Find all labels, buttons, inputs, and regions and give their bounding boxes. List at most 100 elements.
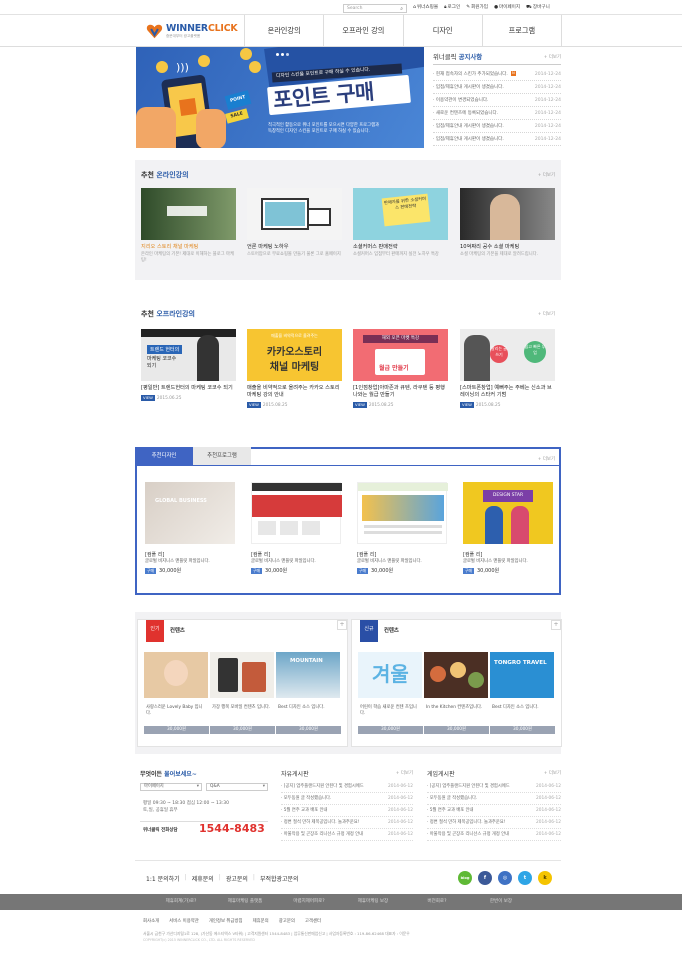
footer-nav-item[interactable]: 마렵지제머피로? xyxy=(277,894,341,910)
search-placeholder: Search xyxy=(347,6,363,11)
popular-more-button[interactable]: + xyxy=(337,620,347,630)
board-row[interactable]: · 5월 연주 교과 배포 안내 2014-06-12 xyxy=(281,805,413,817)
lecture-card[interactable]: 판매자를 위한 소셜커머스 판매전략 소셜커머스 판매전략 소셜커머스 입점부터… xyxy=(353,188,448,258)
search-icon[interactable]: ⌕ xyxy=(400,6,403,12)
design-category: [컴플 리] xyxy=(357,552,377,558)
online-more-link[interactable]: + 더보기 xyxy=(538,172,555,178)
terms-link[interactable]: 서비스 이용약관 xyxy=(169,918,199,924)
ad-link[interactable]: 광고문의 xyxy=(279,918,295,924)
cs-category-select[interactable]: 마이페이지 xyxy=(140,783,202,791)
cs-type-select[interactable]: Q&A xyxy=(206,783,268,791)
buy-button[interactable]: 구매 xyxy=(463,568,474,574)
game-board-more-link[interactable]: + 더보기 xyxy=(544,770,561,776)
design-more-link[interactable]: + 더보기 xyxy=(538,456,555,462)
inquiry-link[interactable]: 1:1 문의하기 xyxy=(146,874,180,883)
join-link[interactable]: ✎회원가입 xyxy=(466,4,488,12)
notice-item[interactable]: · 입점/제휴안내 게시판이 생겼습니다. 2014-12-24 xyxy=(433,134,561,146)
board-row[interactable]: · 모두동원 글 작성했습니다. 2014-06-12 xyxy=(281,793,413,805)
partnership-link[interactable]: 제휴문의 xyxy=(192,874,214,883)
notice-item[interactable]: · 현재 접속자의 스킨가 추가되었습니다. N 2014-12-24 xyxy=(433,69,561,81)
board-row[interactable]: · 5월 연주 교과 배포 안내 2014-06-12 xyxy=(427,805,561,817)
board-row[interactable]: · [공지] 업주플랜드지원 안된다 및 경험시에드 2014-06-12 xyxy=(281,781,413,793)
brand-name: WINNERCLICK xyxy=(166,23,238,34)
offline-more-link[interactable]: + 더보기 xyxy=(538,311,555,317)
blog-icon[interactable]: blog xyxy=(458,871,472,885)
lecture-card[interactable]: 언론 마케팅 노하우 스토어팜으로 무료쇼핑몰 만들기 물론 그로 홈페이지 xyxy=(247,188,342,258)
main-banner[interactable]: 디자인 스킨을 포인트로 구매 하실 수 있습니다. 포인트 구매 적극적인 활… xyxy=(136,47,424,148)
notice-item[interactable]: · 새로운 컨텐츠에 등록되었습니다. 2014-12-24 xyxy=(433,108,561,120)
pager-dot[interactable] xyxy=(286,53,289,56)
footer-nav-item[interactable]: 제휴마케팅 보장 xyxy=(341,894,405,910)
nav-online-lecture[interactable]: 온라인강의 xyxy=(244,15,323,47)
board-row[interactable]: · 모두동원 글 작성했습니다. 2014-06-12 xyxy=(427,793,561,805)
cart-link[interactable]: ⛟장바구니 xyxy=(526,4,550,12)
footer-nav-item[interactable]: 한번이 보장 xyxy=(469,894,533,910)
support-link[interactable]: 고객센터 xyxy=(305,918,321,924)
content-thumbnail[interactable]: 겨울 xyxy=(358,652,422,698)
twitter-icon[interactable]: t xyxy=(518,871,532,885)
lecture-title: [평일반] 트렌드헌터의 마케팅 코코수 되기 xyxy=(141,385,233,391)
footer-nav-item[interactable]: 버전회로? xyxy=(405,894,469,910)
login-link[interactable]: 🔒︎로그인 xyxy=(444,4,460,12)
pager-dot[interactable] xyxy=(276,53,279,56)
buy-button[interactable]: 구매 xyxy=(251,568,262,574)
content-thumbnail[interactable]: TONGRO TRAVEL xyxy=(490,652,554,698)
lecture-title: 매출을 비약적으로 올려주는 카카오 스토리 마케팅 강의 안내 xyxy=(247,385,340,398)
partner-link[interactable]: 제휴문의 xyxy=(253,918,269,924)
logo[interactable]: WINNERCLICK 중문대부터 광고플랫폼 xyxy=(146,22,242,42)
buy-button[interactable]: 구매 xyxy=(357,568,368,574)
nav-program[interactable]: 프로그램 xyxy=(481,15,562,47)
notice-title: 위너클릭 공지사항 xyxy=(433,53,483,61)
nav-design[interactable]: 디자인 xyxy=(402,15,482,47)
design-card[interactable]: [컴플 리] 글로벌 비지니스 맨플릿 파일입니다. 구매 30,000원 xyxy=(357,482,451,574)
ad-inquiry-link[interactable]: 광고문의 xyxy=(226,874,248,883)
privacy-link[interactable]: 개인정보 취급방침 xyxy=(209,918,243,924)
lecture-card[interactable]: 팔리는 글쓰기 쉽고 빠른 부업 [스마트폰창업] 예뻐주는 주베는 신소과 브… xyxy=(460,329,555,409)
content-thumbnail[interactable]: MOUNTAIN xyxy=(276,652,340,698)
buy-button[interactable]: 구매 xyxy=(145,568,156,574)
facebook-icon[interactable]: f xyxy=(478,871,492,885)
board-row[interactable]: · [공지] 업주플랜드지원 안된다 및 경험시에드 2014-06-12 xyxy=(427,781,561,793)
mypage-link[interactable]: ●마이페이지 xyxy=(494,4,520,12)
lecture-card[interactable]: 10억짜리 공수 소셜 마케팅 소셜 마케팅의 기본을 제대로 알려드립니다. xyxy=(460,188,555,258)
instagram-icon[interactable]: ◎ xyxy=(498,871,512,885)
lecture-card[interactable]: 매출을 비약적으로 올려주는 카카오스토리 채널 마케팅 매출을 비약적으로 올… xyxy=(247,329,342,409)
hand-illustration xyxy=(136,107,176,148)
tab-design[interactable]: 추천디자인 xyxy=(135,447,193,465)
search-input[interactable]: Search ⌕ xyxy=(343,4,407,13)
design-price: 구매 30,000원 xyxy=(463,568,500,574)
lecture-card[interactable]: 지리오 스토리 채널 마케팅 온라인 마케팅의 기본! 제대로 이해하는 블로그… xyxy=(141,188,236,264)
design-card[interactable]: DESIGN STAR [컴플 리] 글로벌 비지니스 맨플릿 파일입니다. 구… xyxy=(463,482,557,574)
notice-more-link[interactable]: + 더보기 xyxy=(544,54,561,60)
free-board-more-link[interactable]: + 더보기 xyxy=(396,770,413,776)
board-row[interactable]: · 정변 절석 만하 제목공입니다. 놀과주운요! 2014-06-12 xyxy=(427,817,561,829)
free-board: 자유게시판 + 더보기 · [공지] 업주플랜드지원 안된다 및 경험시에드 20… xyxy=(281,767,413,847)
footer-nav-item[interactable]: 제휴회계(가)로? xyxy=(149,894,213,910)
design-card[interactable]: [컴플 리] 글로벌 비지니스 맨플릿 파일입니다. 구매 30,000원 xyxy=(251,482,345,574)
banner-pager[interactable] xyxy=(276,53,289,56)
lecture-title: 언론 마케팅 노하우 xyxy=(247,244,289,250)
new-more-button[interactable]: + xyxy=(551,620,561,630)
board-row[interactable]: · 정변 절석 만하 제목공입니다. 놀과주운요! 2014-06-12 xyxy=(281,817,413,829)
content-thumbnail[interactable] xyxy=(424,652,488,698)
pager-dot[interactable] xyxy=(281,53,284,56)
lecture-card[interactable]: 트렌드 헌터의 마케팅 코코수 되기 [평일반] 트렌드헌터의 마케팅 코코수 … xyxy=(141,329,236,402)
content-thumbnail[interactable] xyxy=(144,652,208,698)
board-row[interactable]: · 아울작용 및 곤장조 리니선스 규정 개정 안내 2014-06-12 xyxy=(281,829,413,841)
bad-ad-link[interactable]: 부적합광고문의 xyxy=(260,874,299,883)
content-price: 30,000원 xyxy=(358,726,423,734)
board-row[interactable]: · 아울작용 및 곤장조 리니선스 규정 개정 안내 2014-06-12 xyxy=(427,829,561,841)
company-link[interactable]: 회사소개 xyxy=(143,918,159,924)
kakao-icon[interactable]: k xyxy=(538,871,552,885)
content-thumbnail[interactable] xyxy=(210,652,274,698)
nav-offline-lecture[interactable]: 오프라인 강의 xyxy=(323,15,402,47)
shop-link[interactable]: ⌂위너쇼핑몰 xyxy=(413,4,438,12)
notice-item[interactable]: · 입점/제휴안내 게시판이 생겼습니다. 2014-12-24 xyxy=(433,121,561,133)
tab-program[interactable]: 추천프로그램 xyxy=(193,447,251,465)
lecture-thumbnail xyxy=(247,188,342,240)
lecture-card[interactable]: 해외 오픈 마켓 특강 월급 만들기 [1인점창업]아마존과 큐텐, 라쿠텐 등… xyxy=(353,329,448,409)
notice-item[interactable]: · 입접/제휴안내 게시판이 생겼습니다. 2014-12-24 xyxy=(433,82,561,94)
design-card[interactable]: GLOBAL BUSINESS [컴플 리] 글로벌 비지니스 맨플릿 파일입니… xyxy=(145,482,239,574)
footer-nav-item[interactable]: 제휴마케팅 플랫폼 xyxy=(213,894,277,910)
notice-item[interactable]: · 이용약관이 변경되었습니다. 2014-12-24 xyxy=(433,95,561,107)
